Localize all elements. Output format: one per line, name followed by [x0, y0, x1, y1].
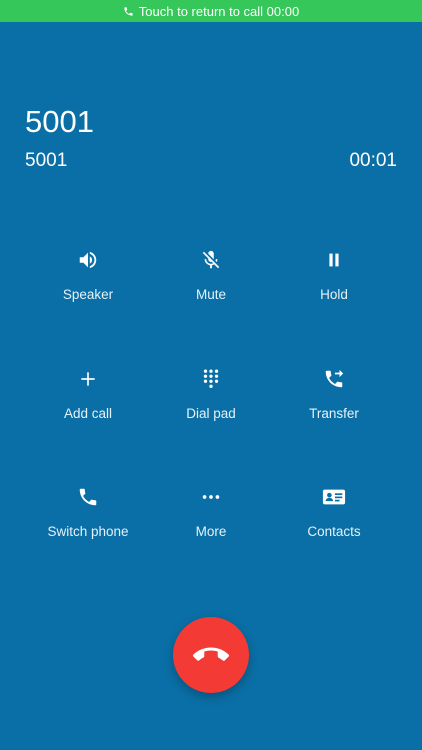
- controls-row-1: Speaker Mute Hold: [27, 240, 395, 359]
- hangup-button[interactable]: [173, 617, 249, 693]
- add-call-button[interactable]: Add call: [27, 359, 149, 478]
- controls-row-3: Switch phone More Contacts: [27, 477, 395, 596]
- contacts-button[interactable]: Contacts: [273, 477, 395, 596]
- switch-phone-button[interactable]: Switch phone: [27, 477, 149, 596]
- transfer-label: Transfer: [309, 405, 359, 421]
- phone-icon: [79, 488, 97, 506]
- dial-pad-button[interactable]: Dial pad: [150, 359, 272, 478]
- return-bar-text: Touch to return to call 00:00: [138, 3, 300, 19]
- more-icon: [202, 495, 220, 499]
- add-call-label: Add call: [63, 405, 113, 421]
- contacts-card-icon: [322, 489, 346, 505]
- mic-off-icon: [202, 250, 220, 269]
- dial-pad-label: Dial pad: [186, 405, 236, 421]
- transfer-icon: [325, 369, 344, 387]
- dialpad-icon: [203, 369, 219, 388]
- controls-row-2: Add call Dial pad Transfer: [27, 359, 395, 478]
- contacts-label: Contacts: [307, 524, 361, 539]
- return-to-call-bar[interactable]: Touch to return to call 00:00: [0, 0, 422, 22]
- more-button[interactable]: More: [150, 477, 272, 596]
- hold-label: Hold: [320, 287, 348, 302]
- caller-number: 5001: [25, 150, 68, 171]
- call-controls-grid: Speaker Mute Hold Add call Dial pad Tran…: [27, 240, 395, 596]
- hold-button[interactable]: Hold: [273, 240, 395, 359]
- hangup-icon: [193, 647, 229, 661]
- call-timer: 00:01: [349, 150, 397, 171]
- caller-name: 5001: [25, 104, 94, 139]
- mute-label: Mute: [195, 287, 226, 302]
- phone-icon: [124, 6, 133, 16]
- switch-phone-label: Switch phone: [47, 524, 129, 539]
- transfer-button[interactable]: Transfer: [273, 359, 395, 478]
- mute-button[interactable]: Mute: [150, 240, 272, 359]
- speaker-label: Speaker: [62, 287, 114, 302]
- speaker-button[interactable]: Speaker: [27, 240, 149, 359]
- speaker-icon: [79, 251, 97, 269]
- pause-icon: [329, 253, 339, 267]
- call-screen: Touch to return to call 00:00 5001 5001 …: [0, 0, 422, 750]
- plus-icon: [81, 371, 95, 386]
- more-label: More: [195, 524, 227, 539]
